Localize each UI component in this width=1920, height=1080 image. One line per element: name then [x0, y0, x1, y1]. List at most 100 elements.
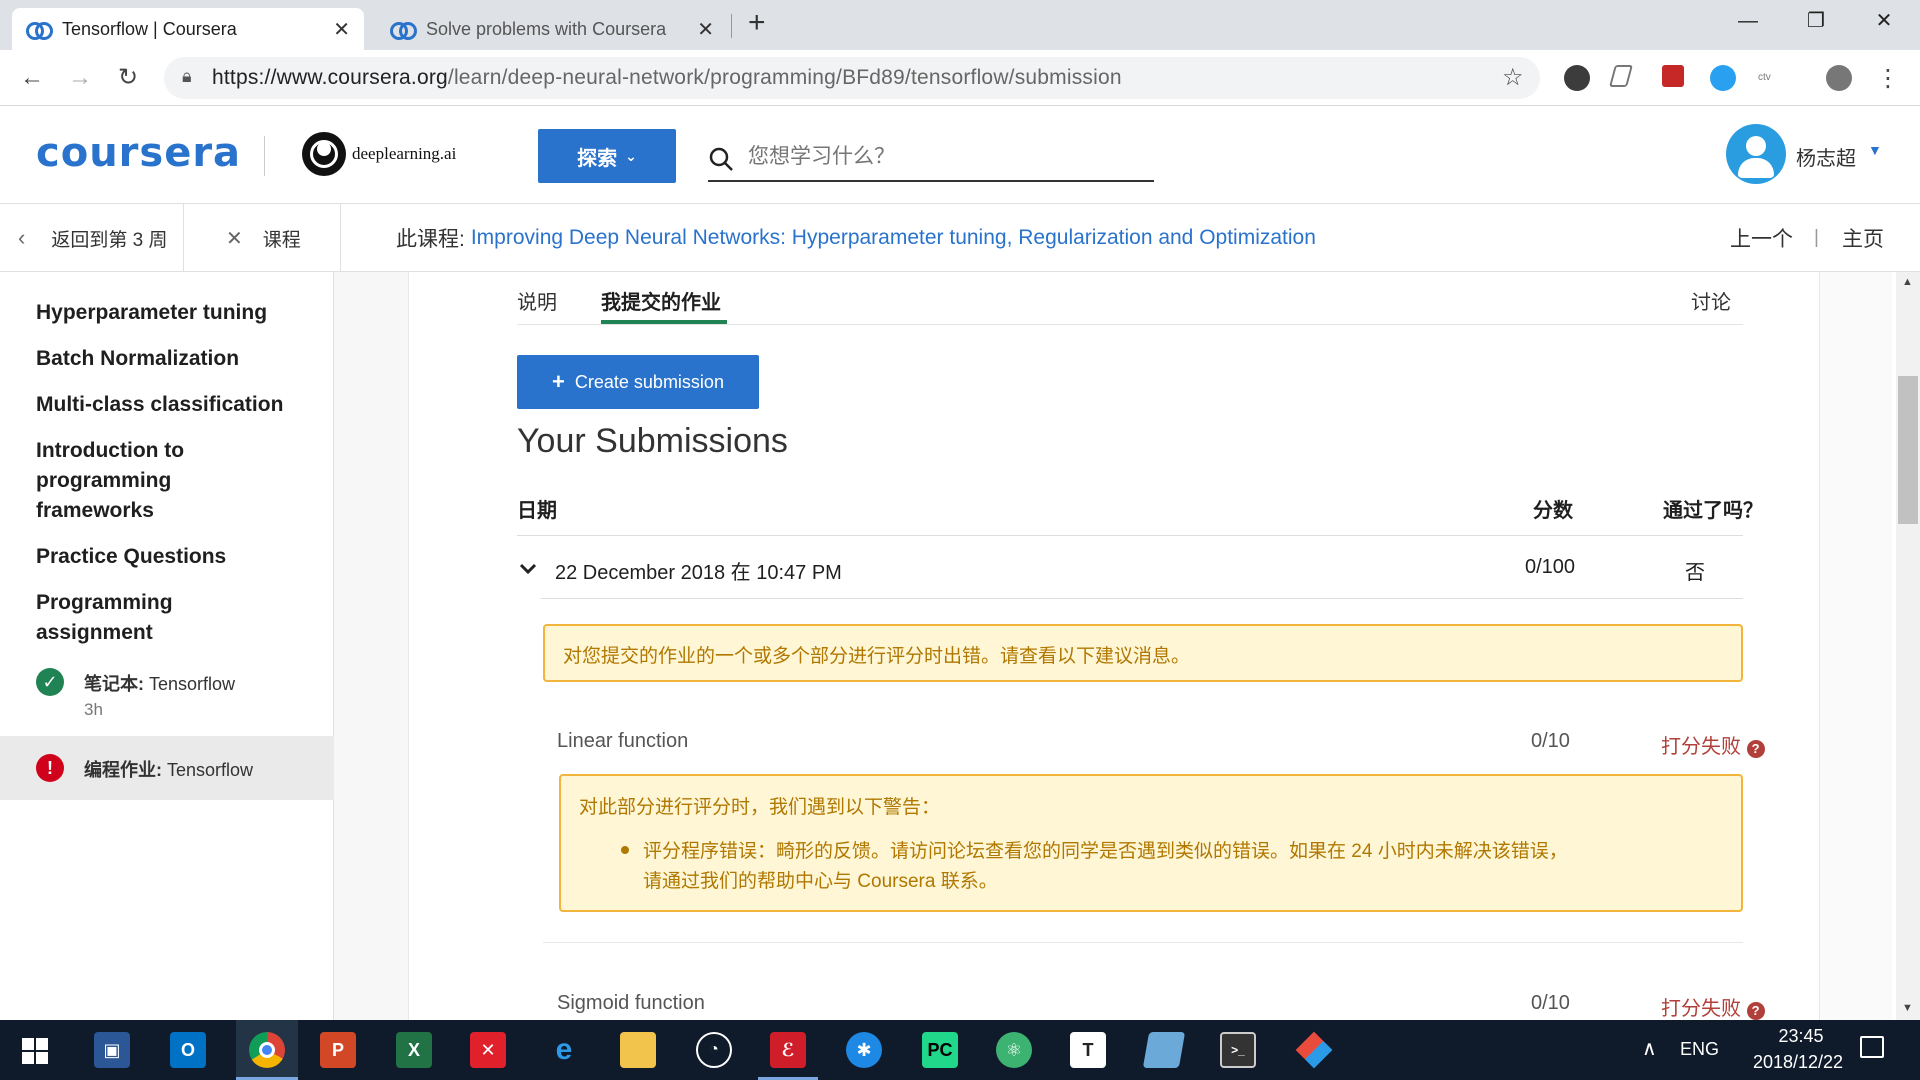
- browser-toolbar: ← → ↻ 🔒︎ https://www.coursera.org/learn/…: [0, 50, 1920, 106]
- sidebar-item-practice[interactable]: Practice Questions: [36, 542, 306, 572]
- plus-icon: +: [552, 369, 565, 394]
- lesson-title: 笔记本: Tensorflow: [84, 674, 236, 694]
- help-circle-icon[interactable]: ?: [1746, 1002, 1765, 1020]
- address-bar[interactable]: 🔒︎ https://www.coursera.org/learn/deep-n…: [164, 57, 1540, 99]
- sidebar-item-batch-norm[interactable]: Batch Normalization: [36, 344, 306, 374]
- clock-date[interactable]: 2018/12/22: [1728, 1052, 1868, 1073]
- scroll-up-icon[interactable]: ▲: [1902, 276, 1913, 288]
- git-icon[interactable]: [1295, 1031, 1333, 1069]
- back-icon[interactable]: ←: [16, 62, 48, 94]
- create-submission-button[interactable]: + Create submission: [517, 355, 759, 409]
- gear-app-icon[interactable]: ✱: [846, 1032, 882, 1068]
- table-row[interactable]: 22 December 2018 在 10:47 PM 0/100 否: [517, 542, 1743, 598]
- lesson-assignment[interactable]: ! 编程作业: Tensorflow: [0, 736, 334, 800]
- extension-cursor-icon[interactable]: [1609, 65, 1633, 87]
- close-tab-icon[interactable]: ✕: [697, 17, 714, 42]
- course-link[interactable]: ✕ 课程: [226, 204, 301, 272]
- browser-titlebar: Tensorflow | Coursera ✕ Solve problems w…: [0, 0, 1920, 50]
- warning-text-line1: 评分程序错误：畸形的反馈。请访问论坛查看您的同学是否遇到类似的错误。如果在 24…: [643, 841, 1568, 862]
- help-circle-icon[interactable]: ?: [1746, 740, 1765, 758]
- save-app-icon[interactable]: ▣: [94, 1032, 130, 1068]
- everything-taskbar[interactable]: ℰ: [758, 1020, 818, 1080]
- submission-passed: 否: [1685, 562, 1705, 584]
- user-name[interactable]: 杨志超: [1796, 142, 1856, 171]
- excel-icon[interactable]: X: [396, 1032, 432, 1068]
- language-indicator[interactable]: ENG: [1680, 1039, 1719, 1060]
- tab-title: Solve problems with Coursera: [426, 18, 667, 39]
- restore-icon[interactable]: ❐: [1788, 6, 1844, 36]
- lesson-notebook[interactable]: ✓ 笔记本: Tensorflow 3h: [0, 662, 334, 742]
- logo-divider: [264, 136, 265, 176]
- atom-icon[interactable]: ⚛: [996, 1032, 1032, 1068]
- extension-e-icon[interactable]: [1564, 65, 1590, 91]
- content-panel: 说明 我提交的作业 讨论 + Create submission Your Su…: [408, 272, 1820, 1020]
- sidebar-item-multiclass[interactable]: Multi-class classification: [36, 390, 306, 420]
- back-to-week-link[interactable]: ‹ 返回到第 3 周: [18, 204, 167, 272]
- bullet: [621, 846, 629, 854]
- tab-divider: [731, 14, 732, 38]
- tab-solve-problems[interactable]: Solve problems with Coursera ✕: [376, 8, 728, 50]
- new-tab-button[interactable]: +: [748, 6, 766, 40]
- coursera-favicon-icon: [26, 22, 53, 40]
- clock-app-icon[interactable]: ◔: [696, 1032, 732, 1068]
- prev-link[interactable]: 上一个: [1730, 204, 1793, 272]
- extension-globe-icon[interactable]: [1710, 65, 1736, 91]
- chevron-down-icon: ⌄: [625, 147, 637, 164]
- chevron-up-icon[interactable]: ∧: [1642, 1036, 1657, 1061]
- chrome-taskbar-active[interactable]: [236, 1020, 298, 1080]
- home-link[interactable]: 主页: [1842, 204, 1884, 272]
- course-label: 课程: [262, 229, 301, 251]
- notification-icon[interactable]: [1860, 1036, 1884, 1058]
- menu-kebab-icon[interactable]: ⋮: [1876, 64, 1900, 93]
- forward-icon[interactable]: →: [64, 62, 96, 94]
- file-explorer-icon[interactable]: [620, 1032, 656, 1068]
- outlook-icon[interactable]: O: [170, 1032, 206, 1068]
- column-passed: 通过了吗？: [1663, 500, 1763, 522]
- windows-start-icon[interactable]: [22, 1038, 48, 1064]
- avatar[interactable]: [1726, 124, 1786, 184]
- extension-umbrella-icon[interactable]: [1662, 65, 1684, 87]
- tab-instructions[interactable]: 说明: [517, 286, 557, 315]
- error-banner: 对您提交的作业的一个或多个部分进行评分时出错。请查看以下建议消息。: [543, 624, 1743, 682]
- part-score: 0/10: [1531, 992, 1570, 1014]
- caret-down-icon[interactable]: ▼: [1868, 142, 1882, 158]
- explore-button[interactable]: 探索 ⌄: [538, 129, 676, 183]
- warning-box: 对此部分进行评分时，我们遇到以下警告： 评分程序错误：畸形的反馈。请访问论坛查看…: [559, 774, 1743, 912]
- sidebar-item-hyperparameter[interactable]: Hyperparameter tuning: [36, 298, 306, 328]
- page-scrollbar[interactable]: ▲ ▼: [1896, 272, 1920, 1020]
- sidebar-item-frameworks[interactable]: Introduction to programming frameworks: [36, 436, 216, 526]
- tab-tensorflow[interactable]: Tensorflow | Coursera ✕: [12, 8, 364, 50]
- tab-my-submission[interactable]: 我提交的作业: [601, 286, 721, 315]
- powerpoint-icon[interactable]: P: [320, 1032, 356, 1068]
- warning-title: 对此部分进行评分时，我们遇到以下警告：: [579, 797, 941, 818]
- partner-name[interactable]: deeplearning.ai: [352, 144, 456, 164]
- scroll-down-icon[interactable]: ▼: [1902, 1002, 1913, 1014]
- deeplearning-logo-icon: [302, 132, 346, 176]
- ie-icon[interactable]: e: [546, 1032, 582, 1068]
- minimize-icon[interactable]: —: [1720, 6, 1776, 36]
- sidebar-item-programming[interactable]: Programming assignment: [36, 588, 236, 648]
- bookmark-star-icon[interactable]: ☆: [1502, 63, 1524, 92]
- close-tab-icon[interactable]: ✕: [333, 17, 350, 42]
- scrollbar-thumb[interactable]: [1898, 376, 1918, 524]
- course-title-link[interactable]: Improving Deep Neural Networks: Hyperpar…: [471, 226, 1316, 250]
- clock-time[interactable]: 23:45: [1756, 1026, 1846, 1047]
- profile-icon[interactable]: [1826, 65, 1852, 91]
- pycharm-icon[interactable]: PC: [922, 1032, 958, 1068]
- url-text: https://www.coursera.org/learn/deep-neur…: [212, 66, 1122, 89]
- extension-cntv-icon[interactable]: ctv: [1758, 65, 1784, 91]
- lesson-duration: 3h: [84, 700, 103, 719]
- header-divider: [517, 535, 1743, 536]
- lock-icon: 🔒︎: [182, 66, 192, 86]
- search-input[interactable]: [748, 142, 1128, 172]
- terminal-icon[interactable]: >_: [1220, 1032, 1256, 1068]
- lesson-title: 编程作业: Tensorflow: [84, 760, 254, 780]
- notes-app-icon[interactable]: [1142, 1032, 1186, 1068]
- typora-icon[interactable]: T: [1070, 1032, 1106, 1068]
- xmind-icon[interactable]: ✕: [470, 1032, 506, 1068]
- tab-discussion[interactable]: 讨论: [1691, 286, 1731, 315]
- close-window-icon[interactable]: ✕: [1856, 6, 1912, 36]
- chevron-down-icon[interactable]: [519, 560, 537, 578]
- reload-icon[interactable]: ↻: [112, 62, 144, 94]
- coursera-logo[interactable]: coursera: [36, 130, 241, 176]
